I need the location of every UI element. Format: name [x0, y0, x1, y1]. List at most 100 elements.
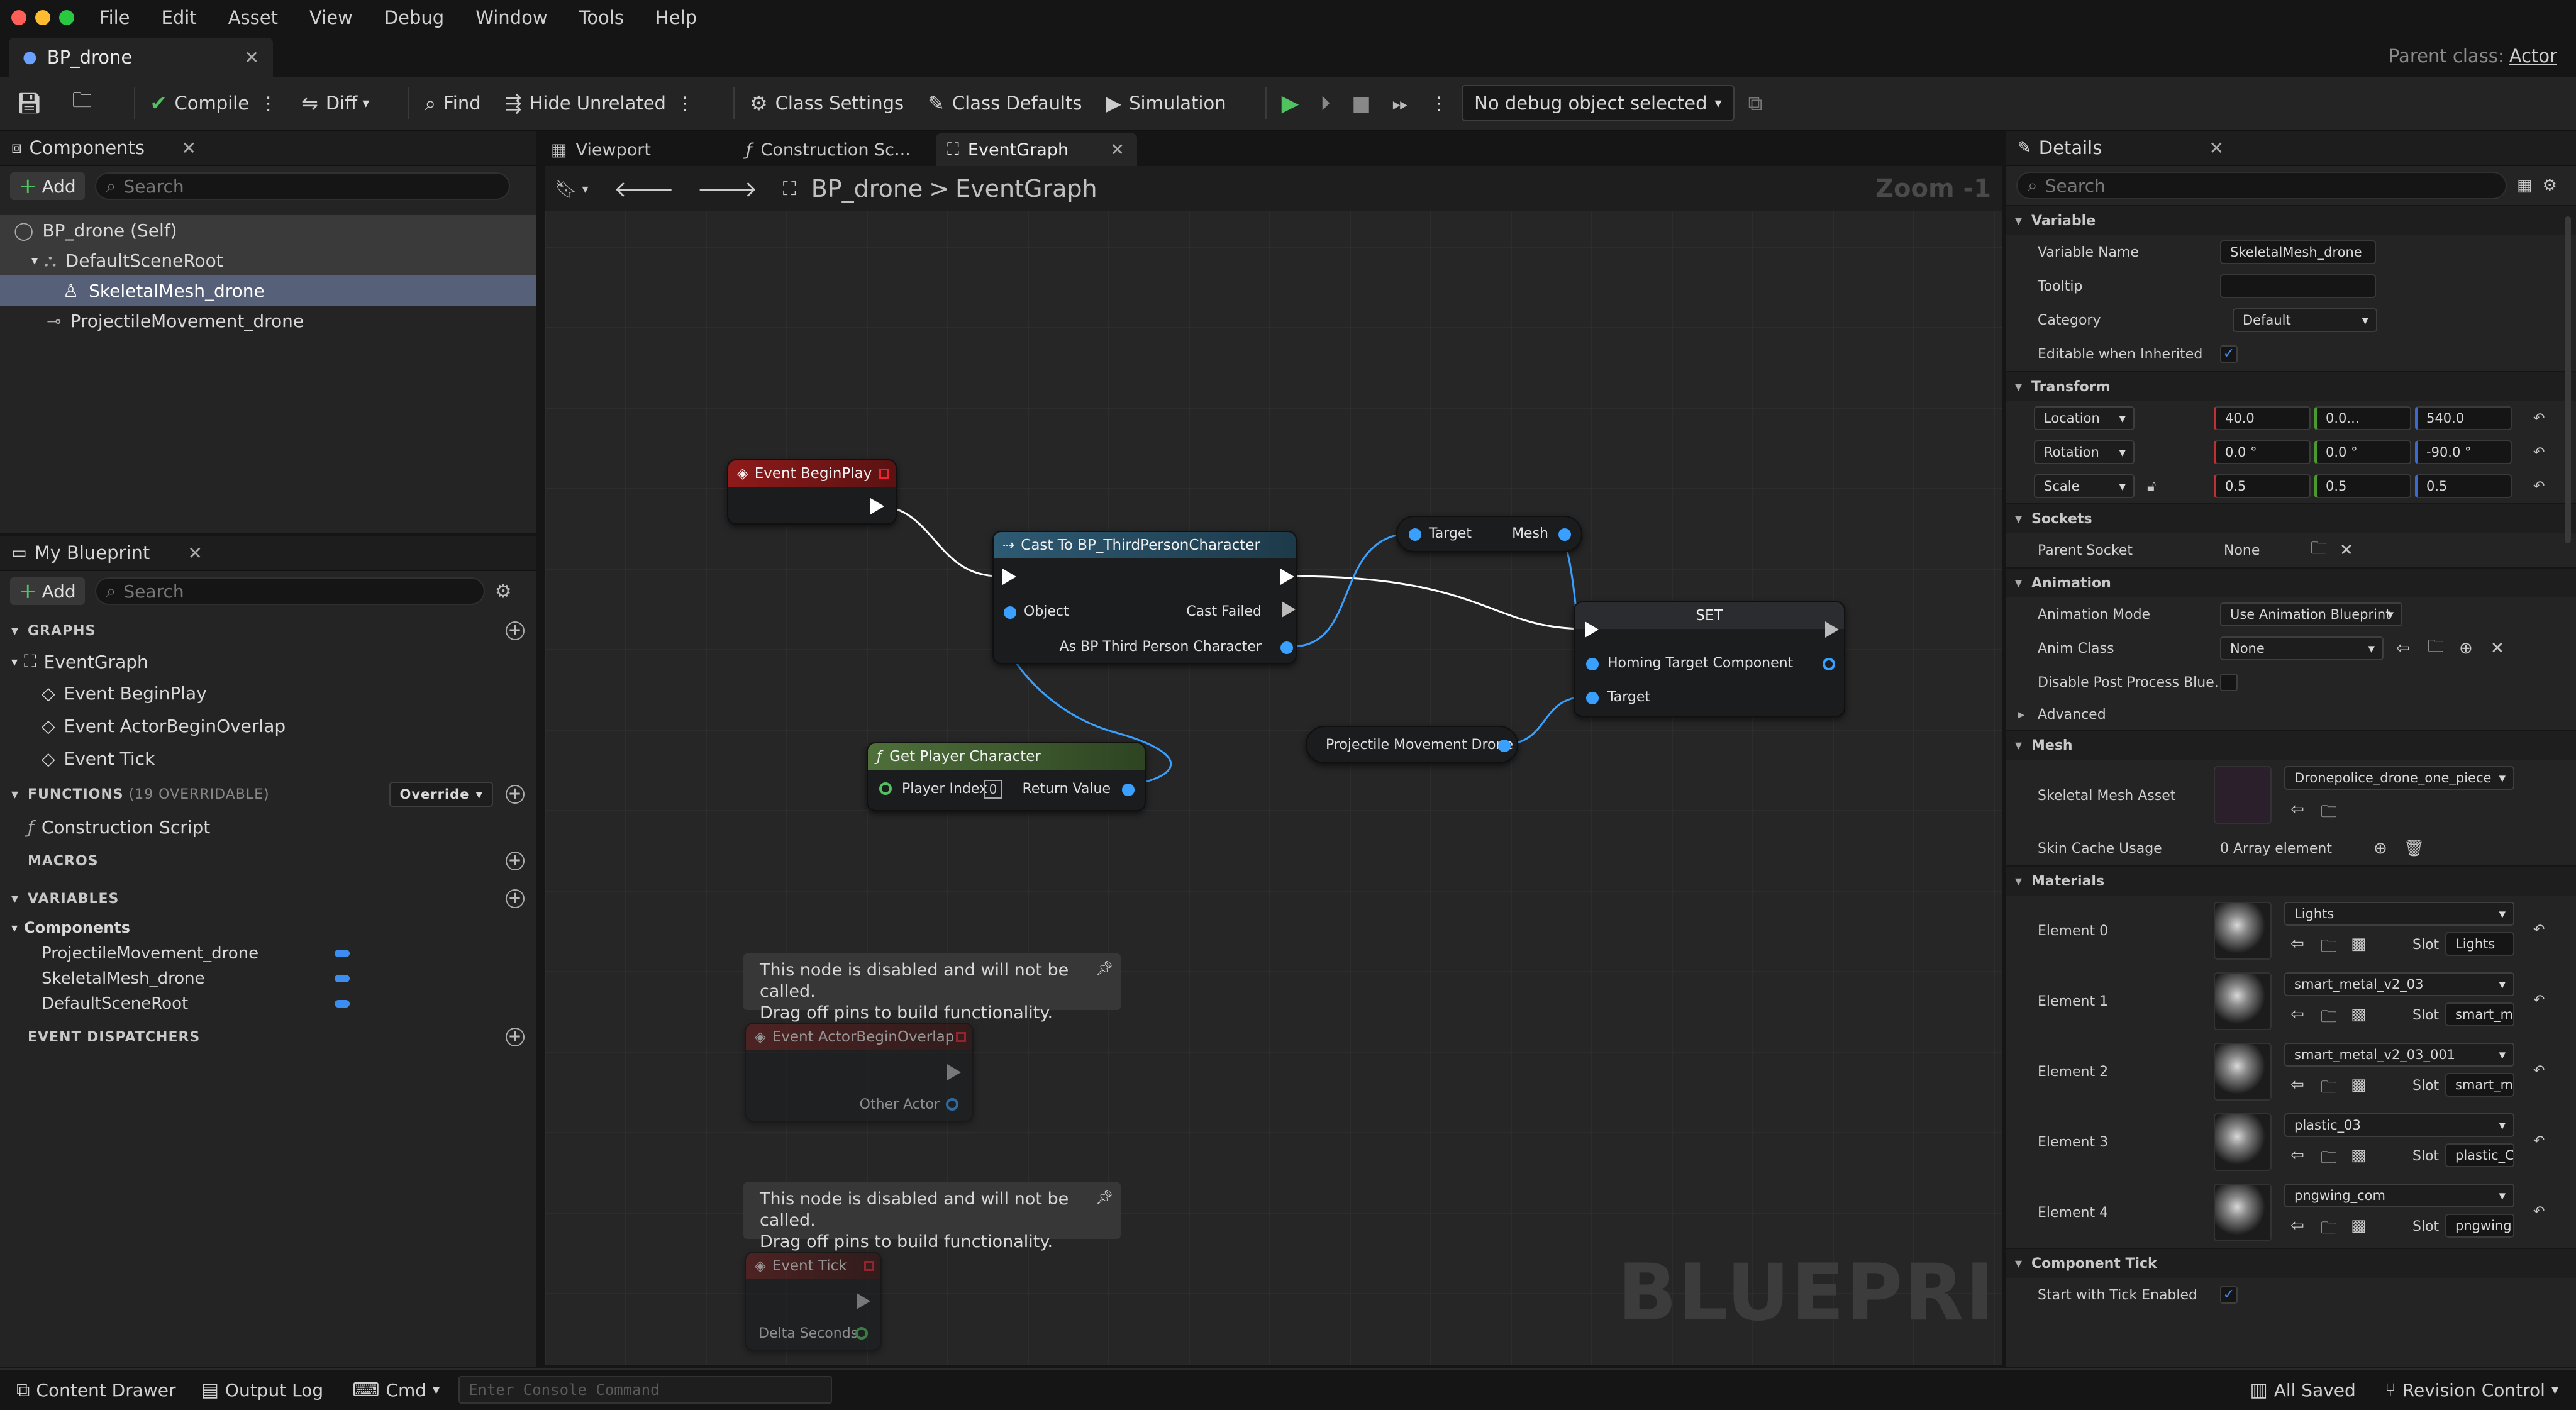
menu-file[interactable]: File [99, 7, 130, 28]
details-scrollbar[interactable] [2565, 216, 2571, 543]
delegate-pin-icon[interactable] [956, 1032, 966, 1042]
event-item-begin-play[interactable]: ◇ Event BeginPlay [0, 677, 536, 709]
pin-comment-icon[interactable]: 📌︎ [1096, 958, 1113, 980]
player-index-input[interactable]: 0 [984, 780, 1002, 799]
browse-icon[interactable]: 🗀 [2321, 1075, 2337, 1103]
return-value-pin[interactable] [1122, 784, 1135, 796]
slot-name-input[interactable]: Lights [2445, 932, 2514, 956]
close-icon[interactable]: ✕ [182, 138, 196, 158]
checker-icon[interactable]: ▩ [2351, 935, 2367, 953]
my-blueprint-search-input[interactable]: ⌕ Search [94, 577, 485, 605]
variable-group-components[interactable]: ▾ Components [0, 914, 536, 941]
location-y-input[interactable]: 0.0... [2314, 406, 2411, 430]
node-set-homing-target[interactable]: SET Homing Target Component Target [1574, 601, 1845, 717]
close-icon[interactable]: ✕ [1110, 140, 1124, 160]
node-event-tick[interactable]: ◈ Event Tick Delta Seconds [745, 1252, 882, 1351]
content-drawer-button[interactable]: ⧉ Content Drawer [16, 1379, 176, 1401]
target-pin[interactable] [1586, 692, 1599, 704]
material-dropdown[interactable]: Lights ▾ [2284, 902, 2514, 926]
close-icon[interactable]: ✕ [245, 47, 259, 68]
browse-button[interactable]: 🗀 [72, 86, 100, 120]
as-character-pin[interactable] [1280, 641, 1293, 654]
start-tick-checkbox[interactable]: ✓ [2220, 1286, 2238, 1304]
step-button[interactable]: ⏵ [1320, 91, 1338, 116]
exec-in-pin[interactable] [1585, 621, 1599, 638]
rotation-mode-dropdown[interactable]: Rotation ▾ [2034, 440, 2135, 464]
details-search-input[interactable]: ⌕ Search [2016, 172, 2507, 199]
revision-control-button[interactable]: ⑂ Revision Control ▾ [2385, 1379, 2558, 1401]
details-section-component-tick[interactable]: Component Tick [2006, 1248, 2576, 1278]
slot-name-input[interactable]: plastic_C [2445, 1143, 2514, 1167]
use-selected-icon[interactable]: ⇦ [2290, 800, 2304, 819]
tree-item-default-scene-root[interactable]: ▾ ⛬ DefaultSceneRoot [0, 245, 536, 275]
add-icon[interactable]: ⊕ [2459, 639, 2473, 658]
browse-icon[interactable]: 🗀 [2428, 635, 2444, 662]
exec-in-pin[interactable] [1002, 569, 1016, 585]
event-item-actor-begin-overlap[interactable]: ◇ Event ActorBeginOverlap [0, 709, 536, 742]
use-selected-icon[interactable]: ⇦ [2290, 1216, 2304, 1235]
node-event-begin-play[interactable]: ◈ Event BeginPlay [727, 459, 897, 525]
exec-out-pin[interactable] [870, 498, 884, 514]
use-selected-icon[interactable]: ⇦ [2290, 1075, 2304, 1094]
event-graph-canvas[interactable]: 🔖︎ ▾ 🡐 🡒 ⛶ BP_drone > EventGraph Zoom -1… [545, 166, 2002, 1365]
location-mode-dropdown[interactable]: Location ▾ [2034, 406, 2135, 430]
variable-name-input[interactable]: SkeletalMesh_drone [2220, 240, 2376, 264]
reset-arrow-icon[interactable]: ↶ [2533, 922, 2545, 938]
add-member-button[interactable]: + Add [10, 577, 85, 605]
section-functions[interactable]: ▾ FUNCTIONS (19 OVERRIDABLE) Override ▾ + [0, 779, 536, 810]
material-dropdown[interactable]: pngwing_com ▾ [2284, 1184, 2514, 1207]
target-pin[interactable] [1409, 528, 1421, 541]
close-window-button[interactable] [11, 10, 26, 25]
cast-failed-pin[interactable] [1282, 601, 1296, 618]
class-settings-button[interactable]: ⚙ Class Settings [750, 91, 904, 115]
skeletal-mesh-thumbnail[interactable] [2214, 766, 2272, 824]
simulation-button[interactable]: ▶︎ Simulation [1106, 91, 1226, 115]
pin-comment-icon[interactable]: 📌︎ [1096, 1187, 1113, 1209]
tree-item-self[interactable]: ◯ BP_drone (Self) [0, 215, 536, 245]
reset-arrow-icon[interactable]: ↶ [2533, 1133, 2545, 1149]
disable-post-process-checkbox[interactable] [2220, 674, 2238, 691]
node-get-player-character[interactable]: ƒ Get Player Character Player Index 0 Ret… [867, 742, 1146, 811]
node-cast-to-third-person[interactable]: ⇢ Cast To BP_ThirdPersonCharacter Object … [992, 531, 1297, 664]
rotation-x-input[interactable]: 0.0 ° [2214, 440, 2311, 464]
debug-object-select[interactable]: No debug object selected ▾ [1462, 85, 1735, 121]
browse-icon[interactable]: 🗀 [2321, 1216, 2337, 1244]
checker-icon[interactable]: ▩ [2351, 1146, 2367, 1165]
reset-arrow-icon[interactable]: ↶ [2533, 445, 2545, 460]
play-button[interactable]: ▶ [1282, 91, 1307, 116]
checker-icon[interactable]: ▩ [2351, 1216, 2367, 1235]
reset-arrow-icon[interactable]: ↶ [2533, 1063, 2545, 1079]
details-section-animation[interactable]: Animation [2006, 567, 2576, 597]
reset-arrow-icon[interactable]: ↶ [2533, 411, 2545, 426]
mesh-pin[interactable] [1558, 528, 1571, 541]
projectile-movement-pin[interactable] [1498, 740, 1511, 752]
browse-icon[interactable]: 🗀 [2311, 536, 2327, 564]
node-projectile-movement-drone[interactable]: Projectile Movement Drone [1306, 726, 1518, 763]
material-thumbnail[interactable] [2214, 1043, 2272, 1101]
details-section-transform[interactable]: Transform [2006, 371, 2576, 401]
clear-icon[interactable]: ✕ [2490, 639, 2504, 658]
delta-seconds-pin[interactable] [855, 1327, 868, 1340]
tree-item-skeletal-mesh[interactable]: ♙ SkeletalMesh_drone [0, 275, 536, 306]
reset-arrow-icon[interactable]: ↶ [2533, 992, 2545, 1008]
details-section-mesh[interactable]: Mesh [2006, 730, 2576, 760]
reset-arrow-icon[interactable]: ↶ [2533, 1204, 2545, 1219]
stop-button[interactable]: ■ [1352, 91, 1378, 115]
material-dropdown[interactable]: plastic_03 ▾ [2284, 1113, 2514, 1137]
details-section-sockets[interactable]: Sockets [2006, 503, 2576, 533]
browse-icon[interactable]: 🗀 [2321, 1146, 2337, 1174]
add-variable-icon[interactable]: + [506, 889, 525, 908]
tree-item-projectile-movement[interactable]: ⊸ ProjectileMovement_drone [0, 306, 536, 336]
lock-icon[interactable]: 🔓︎ [2147, 479, 2156, 494]
gear-icon[interactable]: ⚙ [2543, 176, 2557, 195]
close-icon[interactable]: ✕ [2209, 138, 2224, 158]
tooltip-input[interactable] [2220, 274, 2376, 298]
menu-edit[interactable]: Edit [162, 7, 197, 28]
section-event-dispatchers[interactable]: EVENT DISPATCHERS + [0, 1021, 536, 1053]
more-options-icon[interactable]: ⋮ [259, 92, 277, 114]
add-dispatcher-icon[interactable]: + [506, 1028, 525, 1046]
location-x-input[interactable]: 40.0 [2214, 406, 2311, 430]
document-tab[interactable]: ● BP_drone ✕ [9, 38, 273, 77]
menu-window[interactable]: Window [475, 7, 547, 28]
all-saved-button[interactable]: ▥ All Saved [2250, 1379, 2355, 1401]
